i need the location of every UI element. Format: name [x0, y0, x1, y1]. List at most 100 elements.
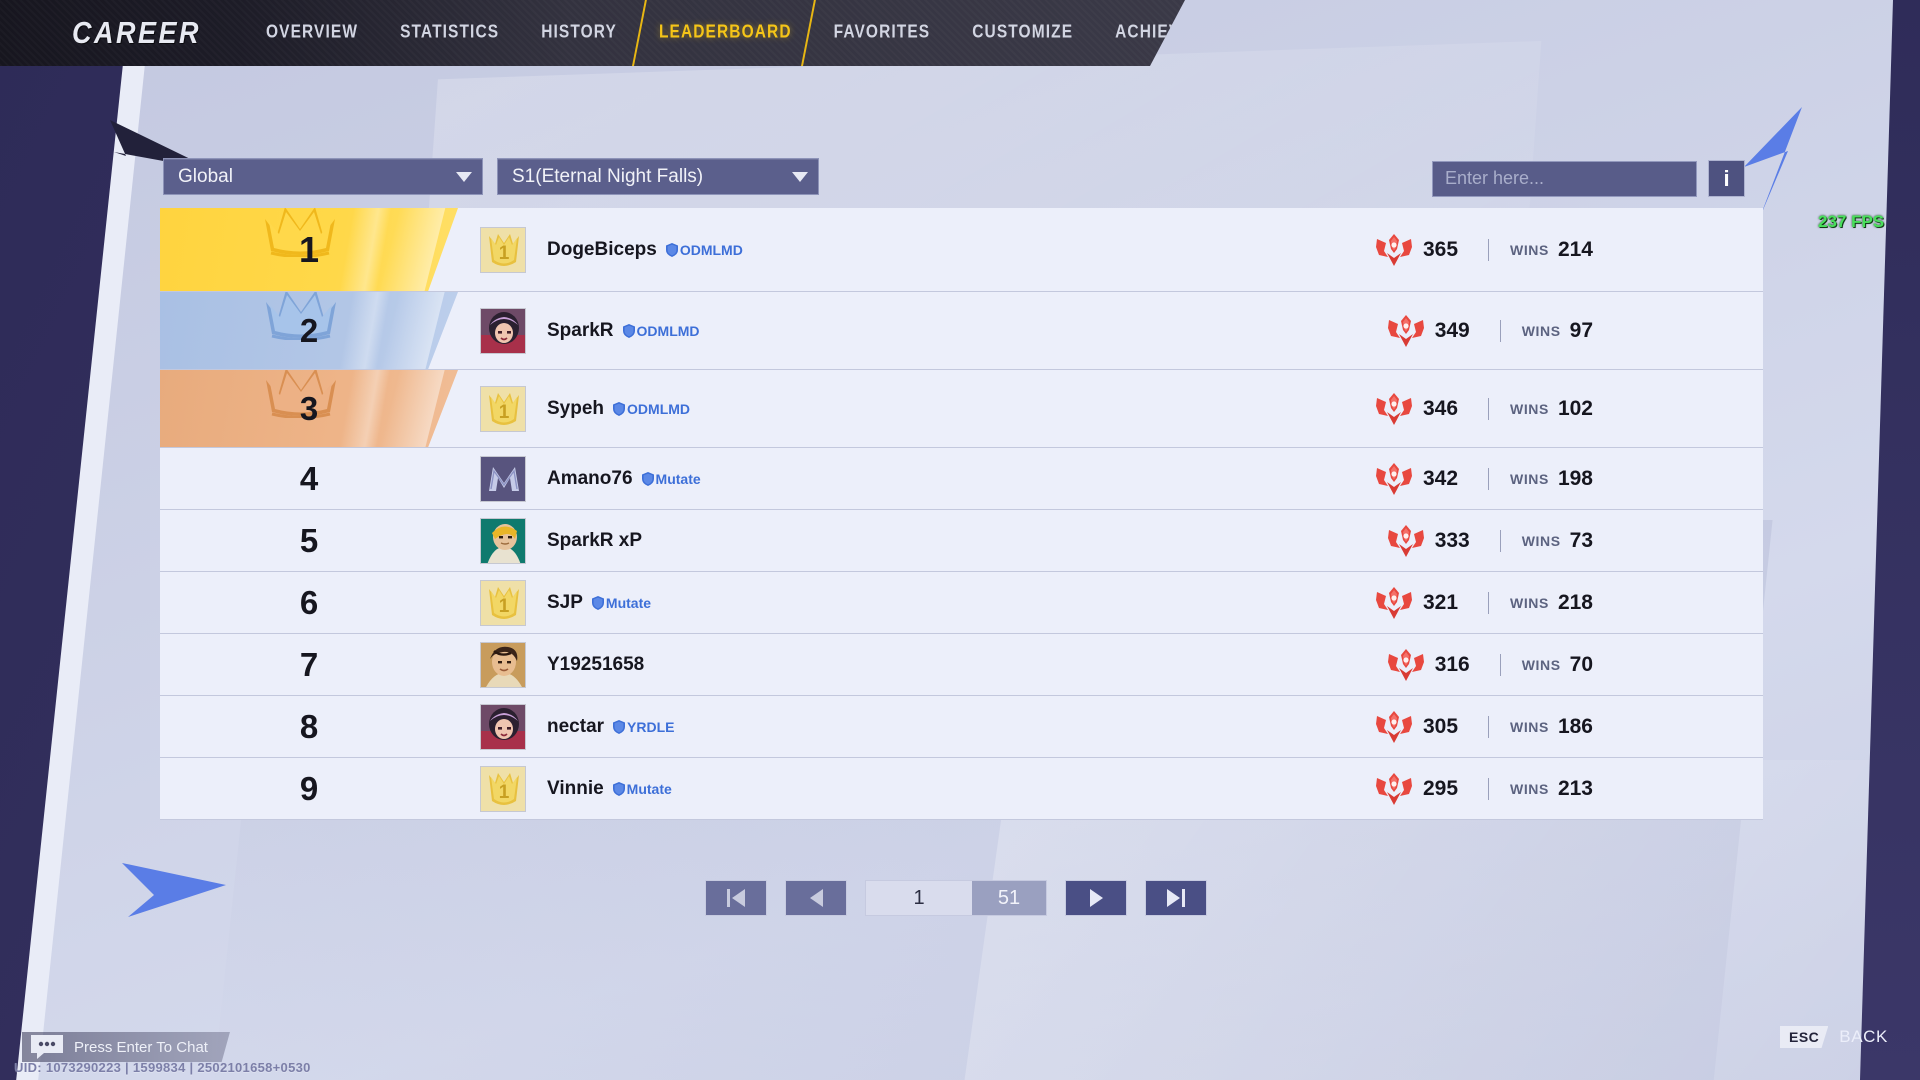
leaderboard-row[interactable]: 7 Y19251658 316 WINS 70: [160, 634, 1763, 696]
leaderboard-row[interactable]: 8 nectar YRDLE 305 WINS 186: [160, 696, 1763, 758]
clan-tag: Mutate: [612, 780, 672, 797]
wins-value: 214: [1557, 237, 1593, 261]
stat-divider: [1499, 653, 1501, 676]
score-value: 305: [1423, 714, 1459, 738]
svg-text:1: 1: [499, 782, 510, 803]
player-name: SJP: [547, 591, 583, 613]
rank-cell: 5: [160, 510, 458, 571]
tab-label: HISTORY: [541, 22, 617, 43]
season-dropdown[interactable]: S1(Eternal Night Falls): [497, 158, 819, 195]
score-value: 295: [1423, 776, 1459, 800]
stats-cell: 295 WINS 213: [1375, 772, 1593, 806]
clan-tag: ODMLMD: [613, 401, 690, 417]
stats-cell: 342 WINS 198: [1375, 462, 1593, 496]
rank-cell: 7: [160, 634, 458, 695]
avatar[interactable]: 1: [480, 385, 526, 432]
stat-divider: [1488, 397, 1489, 420]
esc-key-badge: ESC: [1780, 1026, 1829, 1048]
score-value: 342: [1423, 466, 1459, 490]
chevron-down-icon: [792, 171, 808, 182]
last-page-icon: [1182, 889, 1185, 907]
leaderboard-row[interactable]: 2 SparkR ODMLMD 349 WINS 97: [160, 292, 1763, 370]
last-page-icon-arrow: [1167, 889, 1180, 907]
clan-tag: ODMLMD: [622, 322, 700, 339]
score-value: 321: [1423, 590, 1459, 614]
prev-page-icon: [809, 889, 823, 907]
clan-shield-icon: [613, 719, 626, 734]
leaderboard-row[interactable]: 5 SparkR xP 333 WINS 73: [160, 510, 1763, 572]
stats-cell: 305 WINS 186: [1375, 710, 1593, 744]
clan-shield-icon: [612, 781, 625, 796]
leaderboard-row[interactable]: 3 1 Sypeh ODMLMD 346 WINS 102: [160, 370, 1763, 448]
player-name: Amano76: [547, 467, 633, 489]
score-value: 349: [1434, 318, 1470, 342]
stats-cell: 349 WINS 97: [1387, 314, 1593, 348]
wins-value: 102: [1557, 396, 1593, 420]
leaderboard-row[interactable]: 6 1 SJP Mutate 321 WINS 218: [160, 572, 1763, 634]
wins-label: WINS: [1510, 594, 1549, 611]
rank-number: 3: [299, 389, 319, 427]
tab-statistics[interactable]: STATISTICS: [379, 0, 520, 66]
last-page-button[interactable]: [1145, 880, 1207, 916]
clan-name: ODMLMD: [679, 241, 743, 258]
player-cell: nectar YRDLE: [458, 703, 1375, 750]
avatar[interactable]: [480, 641, 526, 688]
next-page-button[interactable]: [1065, 880, 1127, 916]
page-indicator: 1 51: [865, 880, 1047, 916]
chat-hint[interactable]: Press Enter To Chat: [22, 1032, 230, 1062]
avatar[interactable]: [480, 517, 526, 564]
clan-name: YRDLE: [627, 718, 675, 735]
rank-number: 7: [299, 645, 319, 683]
tab-history[interactable]: HISTORY: [520, 0, 638, 66]
esc-back-control[interactable]: ESC BACK: [1780, 1026, 1888, 1048]
region-dropdown[interactable]: Global: [163, 158, 483, 195]
rank-cell: 4: [160, 448, 458, 509]
leaderboard-row[interactable]: 4 Amano76 Mutate 342 WINS 198: [160, 448, 1763, 510]
rank-emblem-icon: [1376, 462, 1412, 495]
tab-favorites[interactable]: FAVORITES: [813, 0, 952, 66]
tab-leaderboard[interactable]: LEADERBOARD: [638, 0, 813, 66]
avatar[interactable]: [480, 307, 526, 354]
player-name: SparkR: [547, 319, 614, 341]
leaderboard-row[interactable]: 9 1 Vinnie Mutate 295 WINS 213: [160, 758, 1763, 820]
current-page-input[interactable]: 1: [866, 881, 972, 915]
prev-page-button[interactable]: [785, 880, 847, 916]
leaderboard-row[interactable]: 1 1 DogeBiceps ODMLMD 365 WINS 214: [160, 208, 1763, 292]
player-name: SparkR xP: [547, 529, 643, 551]
rank-number: 5: [299, 521, 319, 559]
clan-tag: YRDLE: [613, 719, 674, 735]
clan-name: Mutate: [626, 780, 672, 797]
avatar[interactable]: [480, 455, 526, 502]
page-title: CAREER: [72, 15, 202, 50]
top-navigation-bar: CAREER OVERVIEW STATISTICS HISTORY LEADERBO…: [0, 0, 1185, 66]
player-name: DogeBiceps: [547, 238, 657, 260]
stat-divider: [1488, 715, 1489, 738]
info-button[interactable]: i: [1708, 160, 1745, 197]
wins-label: WINS: [1510, 400, 1549, 417]
tab-label: OVERVIEW: [266, 22, 359, 43]
avatar[interactable]: 1: [480, 765, 526, 812]
player-cell: 1 DogeBiceps ODMLMD: [458, 226, 1375, 273]
score-value: 333: [1434, 528, 1470, 552]
rank-cell: 1: [160, 208, 458, 291]
rank-emblem-icon: [1376, 586, 1412, 619]
stat-divider: [1499, 319, 1501, 342]
search-input[interactable]: [1432, 160, 1697, 197]
first-page-button[interactable]: [705, 880, 767, 916]
svg-text:1: 1: [499, 402, 510, 423]
avatar[interactable]: 1: [480, 579, 526, 626]
clan-name: Mutate: [605, 594, 652, 611]
tab-customize[interactable]: CUSTOMIZE: [951, 0, 1094, 66]
rank-emblem-icon: [1376, 233, 1412, 266]
tab-label: FAVORITES: [833, 22, 931, 43]
rank-number: 6: [299, 583, 319, 621]
player-cell: 1 Sypeh ODMLMD: [458, 385, 1375, 432]
avatar[interactable]: [480, 703, 526, 750]
rank-emblem-icon: [1376, 392, 1412, 425]
leaderboard-table: 1 1 DogeBiceps ODMLMD 365 WINS 214 2 SparkR ODMLM…: [160, 208, 1763, 820]
avatar[interactable]: 1: [480, 226, 526, 273]
clan-tag: Mutate: [641, 471, 701, 487]
score-value: 346: [1423, 396, 1459, 420]
tab-overview[interactable]: OVERVIEW: [245, 0, 379, 66]
clan-name: ODMLMD: [636, 322, 700, 339]
